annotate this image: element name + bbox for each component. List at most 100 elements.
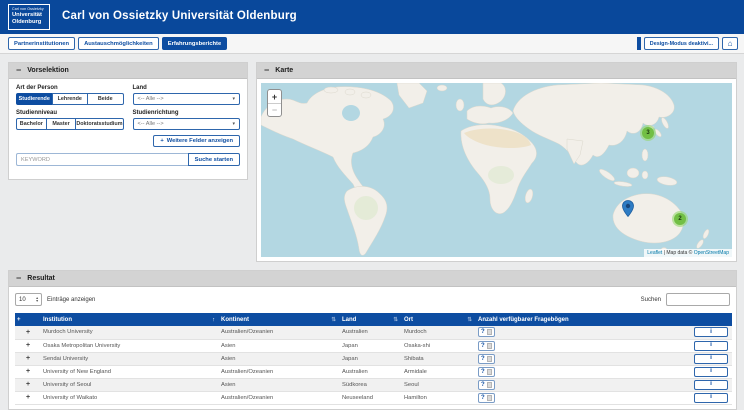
table-row: + Sendai University Asien Japan Shibata … [15,352,732,365]
map-attribution: Leaflet | Map data © OpenStreetMap [644,249,732,257]
tab-bar: Partnerinstitutionen Austauschmöglichkei… [0,34,744,54]
home-button[interactable]: ⌂ [722,37,738,50]
row-detail-button[interactable]: i [694,341,728,351]
option-master[interactable]: Master [46,118,77,130]
openstreetmap-link[interactable]: OpenStreetMap [694,250,729,256]
cell-kontinent: Asien [219,352,340,365]
tabbar-right-controls: Design-Modus deaktivi... ⌂ [637,37,738,50]
cell-kontinent: Australien/Ozeanien [219,391,340,404]
resultat-panel-header[interactable]: − Resultat [9,271,736,287]
page-size-select[interactable]: 10 ▴ ▾ [15,293,42,306]
row-detail-button[interactable]: i [694,354,728,364]
option-studierende[interactable]: Studierende [16,93,53,105]
sort-both-icon[interactable]: ⇅ [393,317,398,323]
table-row: + Osaka Metropolitan University Asien Ja… [15,339,732,352]
karte-panel: − Karte [256,62,737,262]
cell-ort: Shibata [402,352,476,365]
design-mode-handle[interactable] [637,37,641,50]
cell-institution: University of Seoul [41,378,219,391]
karte-panel-header[interactable]: − Karte [257,63,736,79]
vorselektion-panel-header[interactable]: − Vorselektion [9,63,247,79]
pin-icon [622,200,634,217]
fragebogen-button[interactable]: ? [478,380,495,390]
column-expand[interactable]: + [15,313,41,326]
fragebogen-button[interactable]: ? [478,367,495,377]
expand-row-button[interactable]: + [15,378,41,391]
sort-both-icon[interactable]: ⇅ [331,317,336,323]
design-mode-button[interactable]: Design-Modus deaktivi... [644,37,719,50]
nav-tabs: Partnerinstitutionen Austauschmöglichkei… [8,37,227,50]
spinner-icon: ▴ ▾ [36,297,38,303]
option-bachelor[interactable]: Bachelor [16,118,47,130]
option-beide[interactable]: Beide [87,93,124,105]
keyword-input[interactable] [16,153,188,166]
fragebogen-button[interactable]: ? [478,327,495,337]
collapse-icon[interactable]: − [16,66,21,75]
tab-austauschmoeglichkeiten[interactable]: Austauschmöglichkeiten [78,37,159,50]
tab-erfahrungsberichte[interactable]: Erfahrungsberichte [162,37,227,50]
vorselektion-title: Vorselektion [27,67,69,74]
zoom-in-button[interactable]: + [268,90,281,103]
sort-asc-icon[interactable]: ↑ [212,317,215,323]
column-land[interactable]: Land⇅ [340,313,402,326]
expand-row-button[interactable]: + [15,326,41,339]
question-icon: ? [481,343,485,349]
collapse-icon[interactable]: − [16,274,21,283]
table-search-input[interactable] [666,293,730,306]
tab-partnerinstitutionen[interactable]: Partnerinstitutionen [8,37,75,50]
leaflet-link[interactable]: Leaflet [647,250,662,256]
fragebogen-button[interactable]: ? [478,341,495,351]
row-detail-button[interactable]: i [694,380,728,390]
column-institution[interactable]: Institution↑ [41,313,219,326]
fragebogen-count-box [487,343,492,349]
question-icon: ? [481,395,485,401]
option-lehrende[interactable]: Lehrende [52,93,89,105]
table-search-label: Suchen [641,297,661,303]
map-cluster-marker-tasman[interactable]: 2 [672,211,688,227]
vorselektion-panel: − Vorselektion Art der Person Studierend… [8,62,248,180]
map-zoom-control: + − [267,89,282,117]
zoom-out-button[interactable]: − [268,103,281,116]
land-select-value: <-- Alle --> [138,96,164,102]
home-icon: ⌂ [728,40,733,48]
question-icon: ? [481,329,485,335]
column-anzahl[interactable]: Anzahl verfügbarer Fragebögen [476,313,732,326]
page-size-value: 10 [19,297,26,303]
option-doktoratsstudium[interactable]: Doktoratsstudium [75,118,123,130]
column-ort[interactable]: Ort⇅ [402,313,476,326]
land-select[interactable]: <-- Alle --> ▾ [133,93,241,105]
cell-ort: Armidale [402,365,476,378]
fragebogen-button[interactable]: ? [478,393,495,403]
cluster-count: 2 [674,213,686,225]
row-detail-button[interactable]: i [694,367,728,377]
sort-both-icon[interactable]: ⇅ [467,317,472,323]
row-detail-button[interactable]: i [694,327,728,337]
map-pin-marker-australia[interactable] [622,200,634,222]
expand-row-button[interactable]: + [15,339,41,352]
expand-row-button[interactable]: + [15,391,41,404]
studienrichtung-select[interactable]: <-- Alle --> ▾ [133,118,241,130]
world-map[interactable]: + − 3 2 Leaflet | Map data © OpenStreetM… [261,83,732,257]
expand-row-button[interactable]: + [15,365,41,378]
more-fields-button[interactable]: + Weitere Felder anzeigen [153,135,240,147]
expand-row-button[interactable]: + [15,352,41,365]
row-detail-button[interactable]: i [694,393,728,403]
question-icon: ? [481,382,485,388]
column-kontinent[interactable]: Kontinent⇅ [219,313,340,326]
table-controls: 10 ▴ ▾ Einträge anzeigen Suchen [9,287,736,313]
land-field: Land <-- Alle --> ▾ [133,85,241,105]
table-row: + University of New England Australien/O… [15,365,732,378]
map-cluster-marker-japan[interactable]: 3 [640,125,656,141]
cell-institution: Murdoch University [41,326,219,339]
collapse-icon[interactable]: − [264,66,269,75]
entries-label: Einträge anzeigen [47,297,95,303]
start-search-button[interactable]: Suche starten [188,153,240,166]
studienrichtung-field: Studienrichtung <-- Alle --> ▾ [133,110,241,130]
fragebogen-count-box [487,395,492,401]
fragebogen-button[interactable]: ? [478,354,495,364]
more-fields-label: Weitere Felder anzeigen [167,138,233,144]
table-header-row: + Institution↑ Kontinent⇅ Land⇅ Ort⇅ Anz… [15,313,732,326]
table-row: + Murdoch University Australien/Ozeanien… [15,326,732,339]
map-tiles [261,83,732,257]
art-der-person-field: Art der Person Studierende Lehrende Beid… [16,85,124,105]
